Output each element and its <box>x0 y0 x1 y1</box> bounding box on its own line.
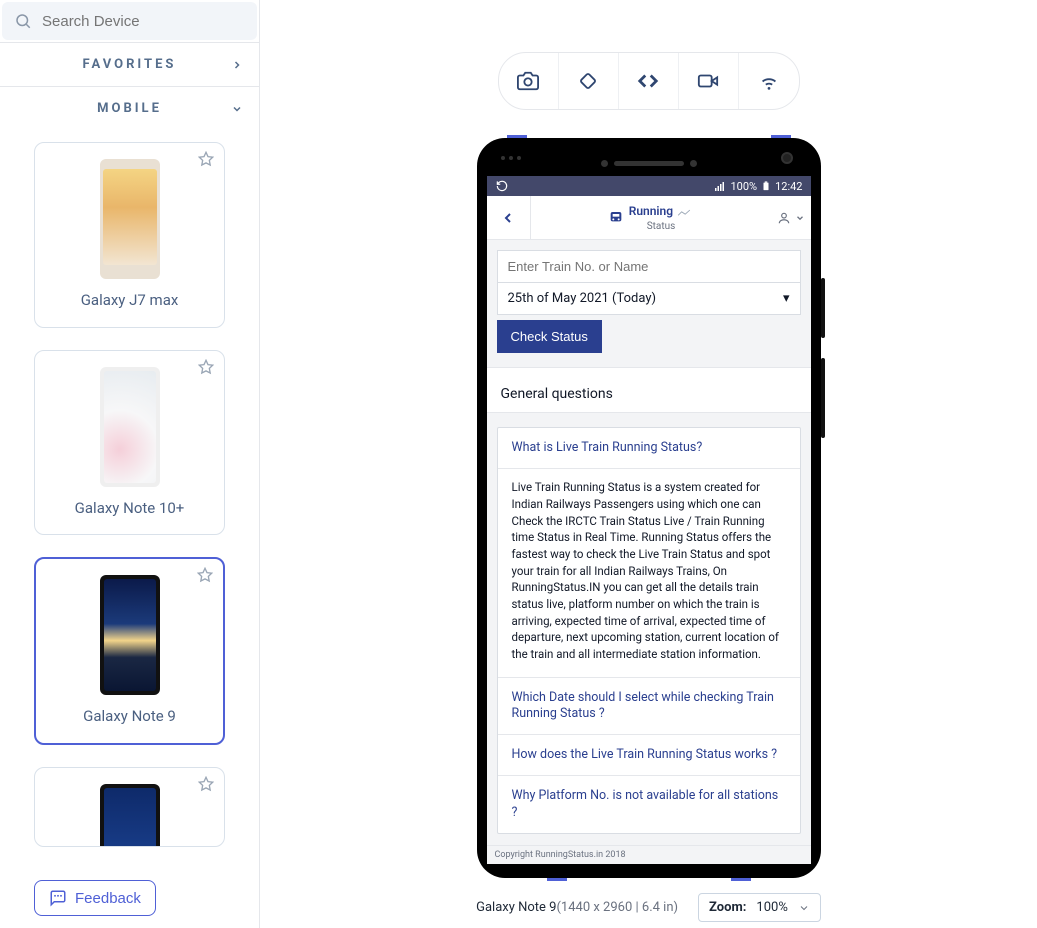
check-status-button[interactable]: Check Status <box>497 320 602 353</box>
device-toolbar <box>498 52 800 110</box>
video-icon <box>697 70 719 92</box>
date-select[interactable]: 25th of May 2021 (Today) ▾ <box>497 283 801 315</box>
device-label: Galaxy Note 10+ <box>45 499 214 519</box>
feedback-label: Feedback <box>75 890 141 907</box>
mobile-header[interactable]: MOBILE <box>0 87 259 130</box>
feedback-button[interactable]: Feedback <box>34 880 156 916</box>
favorites-header[interactable]: FAVORITES <box>0 43 259 87</box>
camera-icon <box>517 70 539 92</box>
crop-marker <box>731 878 751 881</box>
faq-question-4[interactable]: Why Platform No. is not available for al… <box>498 775 800 833</box>
device-card-galaxy-note-10-plus[interactable]: Galaxy Note 10+ <box>34 350 225 536</box>
date-value: 25th of May 2021 (Today) <box>508 291 657 306</box>
rotate-icon <box>577 70 599 92</box>
faq-answer-1: Live Train Running Status is a system cr… <box>498 468 800 676</box>
rotate-button[interactable] <box>559 53 619 109</box>
main: 100% 12:42 Running Status <box>260 0 1037 928</box>
device-thumbnail <box>100 575 160 695</box>
app-logo: Running Status <box>487 204 811 232</box>
wifi-icon <box>758 70 780 92</box>
search-icon <box>14 12 32 30</box>
user-menu[interactable] <box>777 211 811 225</box>
star-icon[interactable] <box>197 567 213 583</box>
devtools-button[interactable] <box>619 53 679 109</box>
phone-sensors <box>501 156 521 160</box>
device-label: Galaxy J7 max <box>45 291 214 311</box>
sidebar: FAVORITES MOBILE Galaxy J7 max Galaxy No… <box>0 0 260 928</box>
chevron-down-icon <box>231 103 243 115</box>
phone-frame: 100% 12:42 Running Status <box>477 138 821 878</box>
zoom-label: Zoom: <box>709 900 746 915</box>
zoom-value: 100% <box>756 900 787 915</box>
phone-screen[interactable]: 100% 12:42 Running Status <box>487 176 811 864</box>
app-footer: Copyright RunningStatus.in 2018 <box>487 845 811 864</box>
faq-question-2[interactable]: Which Date should I select while checkin… <box>498 677 800 735</box>
screenshot-button[interactable] <box>499 53 559 109</box>
app-header: Running Status <box>487 196 811 240</box>
back-button[interactable] <box>487 196 531 240</box>
faq-question-3[interactable]: How does the Live Train Running Status w… <box>498 734 800 775</box>
battery-percent: 100% <box>730 180 757 193</box>
search-input[interactable] <box>42 13 245 30</box>
side-button <box>821 278 825 338</box>
device-label: Galaxy Note 9 <box>46 707 213 727</box>
spark-icon <box>677 208 691 218</box>
logo-text-top: Running <box>629 204 673 218</box>
star-icon[interactable] <box>198 776 214 792</box>
side-button <box>821 358 825 438</box>
device-card-galaxy-note-9[interactable]: Galaxy Note 9 <box>34 557 225 745</box>
logo-text-bottom: Status <box>647 221 676 232</box>
device-preview[interactable]: 100% 12:42 Running Status <box>477 138 821 878</box>
chat-icon <box>49 889 67 907</box>
train-input[interactable] <box>497 250 801 283</box>
device-card-galaxy-j7-max[interactable]: Galaxy J7 max <box>34 142 225 328</box>
caret-down-icon: ▾ <box>783 291 790 306</box>
refresh-icon <box>495 179 509 193</box>
device-name: Galaxy Note 9 <box>476 900 556 915</box>
signal-icon <box>714 180 726 192</box>
code-icon <box>637 70 659 92</box>
general-questions-title: General questions <box>487 367 811 413</box>
favorites-label: FAVORITES <box>83 57 177 72</box>
device-thumbnail <box>100 367 160 487</box>
phone-notch <box>487 152 811 174</box>
chevron-left-icon <box>500 210 516 226</box>
user-icon <box>777 211 791 225</box>
chevron-down-icon <box>798 902 810 914</box>
mobile-label: MOBILE <box>97 101 162 116</box>
network-button[interactable] <box>739 53 799 109</box>
front-camera <box>781 152 793 164</box>
device-thumbnail <box>100 159 160 279</box>
star-icon[interactable] <box>198 151 214 167</box>
chevron-right-icon <box>231 59 243 71</box>
device-card-partial[interactable] <box>34 767 225 847</box>
clock: 12:42 <box>775 180 802 193</box>
device-info-bar: Galaxy Note 9(1440 x 2960 | 6.4 in) Zoom… <box>260 893 1037 922</box>
search-device[interactable] <box>2 2 257 40</box>
zoom-control[interactable]: Zoom: 100% <box>698 893 821 922</box>
crop-marker <box>547 878 567 881</box>
device-thumbnail <box>100 784 160 847</box>
android-statusbar: 100% 12:42 <box>487 176 811 196</box>
battery-icon <box>761 180 771 192</box>
faq-accordion: What is Live Train Running Status? Live … <box>497 427 801 834</box>
search-wrap <box>0 0 259 43</box>
record-button[interactable] <box>679 53 739 109</box>
device-list[interactable]: Galaxy J7 max Galaxy Note 10+ Galaxy Not… <box>0 130 259 928</box>
faq-question-1[interactable]: What is Live Train Running Status? <box>498 428 800 468</box>
app-body[interactable]: 25th of May 2021 (Today) ▾ Check Status … <box>487 240 811 864</box>
train-icon <box>606 210 626 226</box>
star-icon[interactable] <box>198 359 214 375</box>
chevron-down-icon <box>795 211 805 225</box>
device-dimensions: (1440 x 2960 | 6.4 in) <box>556 900 678 915</box>
